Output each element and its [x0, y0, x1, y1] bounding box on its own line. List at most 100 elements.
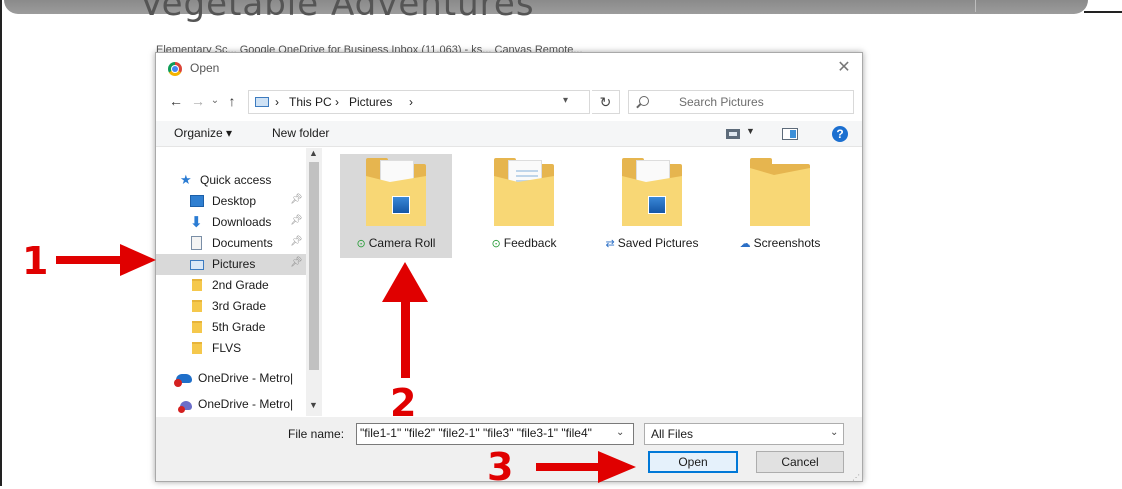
error-badge-icon [174, 379, 182, 387]
open-dialog: Open ✕ ← → ⌄ ↑ › This PC › Pictures › ▾ … [155, 52, 863, 482]
organize-button[interactable]: Organize ▾ [174, 126, 232, 140]
cancel-button[interactable]: Cancel [756, 451, 844, 473]
breadcrumb-separator[interactable]: › [275, 95, 279, 109]
folder-label: ⇄ Saved Pictures [596, 236, 708, 250]
address-bar[interactable]: › This PC › Pictures › ▾ [248, 90, 590, 114]
pin-icon[interactable]: 📌︎ [290, 194, 303, 205]
banner-divider [975, 0, 976, 12]
sidebar-item-label: OneDrive - Metro| [198, 371, 294, 385]
file-name-label: File name: [288, 427, 345, 441]
breadcrumb-pictures[interactable]: Pictures [349, 95, 392, 109]
sidebar-item-pictures[interactable]: Pictures 📌︎ [156, 254, 306, 275]
sidebar-item-label: 2nd Grade [212, 278, 269, 292]
open-button[interactable]: Open [648, 451, 738, 473]
cloud-status-icon: ☁ [739, 238, 751, 250]
annotation-number-1: 1 [22, 239, 49, 283]
folder-icon [494, 158, 554, 226]
folder-name: Screenshots [753, 236, 821, 250]
folder-icon [192, 279, 202, 291]
breadcrumb-separator[interactable]: › [335, 95, 339, 109]
new-folder-button[interactable]: New folder [272, 126, 329, 140]
back-arrow-icon[interactable]: ← [166, 91, 186, 111]
chevron-down-icon[interactable]: ▼ [309, 400, 318, 410]
scrollbar-thumb[interactable] [309, 162, 319, 370]
sidebar-item-3rd-grade[interactable]: 3rd Grade [156, 296, 306, 317]
desktop-icon [190, 195, 204, 207]
annotation-arrow-right-icon [56, 244, 156, 276]
sidebar-item-2nd-grade[interactable]: 2nd Grade [156, 275, 306, 296]
sidebar-item-label: Desktop [212, 194, 257, 208]
annotation-number-2: 2 [390, 381, 417, 425]
preview-pane-icon[interactable] [782, 128, 798, 140]
sidebar-item-onedrive[interactable]: OneDrive - Metro| [156, 394, 306, 415]
chevron-up-icon[interactable]: ▲ [309, 148, 318, 158]
search-input[interactable]: Search Pictures [628, 90, 854, 114]
file-name-input[interactable]: "file1-1" "file2" "file2-1" "file3" "fil… [356, 423, 634, 445]
download-icon: ⬇ [190, 214, 203, 231]
folder-screenshots[interactable]: ☁ Screenshots [724, 154, 836, 258]
file-type-select[interactable]: All Files [644, 423, 844, 445]
sidebar-item-onedrive[interactable]: OneDrive - Metro| [156, 368, 306, 389]
search-placeholder: Search Pictures [679, 95, 764, 109]
help-icon[interactable]: ? [832, 126, 848, 142]
folder-name: Camera Roll [368, 236, 436, 250]
sidebar-item-label: OneDrive - Metro| [198, 397, 294, 411]
up-arrow-icon[interactable]: ↑ [222, 91, 242, 111]
folder-icon [366, 158, 426, 226]
annotation-arrow-up-icon [382, 262, 428, 378]
navigation-pane: ★ Quick access Desktop 📌︎ ⬇ Downloads 📌︎… [156, 148, 322, 416]
sidebar-item-label: Quick access [200, 173, 272, 187]
chevron-down-icon[interactable]: ▾ [563, 95, 568, 106]
nav-scrollbar[interactable]: ▲ ▼ [306, 148, 322, 416]
folder-name: Saved Pictures [617, 236, 699, 250]
page-border [1084, 11, 1122, 13]
folder-icon [192, 342, 202, 354]
annotation-arrow-right-icon [536, 451, 636, 483]
chrome-icon [168, 62, 182, 76]
sidebar-item-5th-grade[interactable]: 5th Grade [156, 317, 306, 338]
folder-name: Feedback [503, 236, 557, 250]
sidebar-item-label: Pictures [212, 257, 256, 271]
folder-icon [192, 321, 202, 333]
pin-icon[interactable]: 📌︎ [290, 257, 303, 268]
folder-label: ⊙ Feedback [468, 236, 580, 250]
folder-label: ⊙ Camera Roll [340, 236, 452, 250]
error-badge-icon [178, 406, 185, 413]
folder-feedback[interactable]: ⊙ Feedback [468, 154, 580, 258]
search-icon [639, 96, 649, 106]
folder-saved-pictures[interactable]: ⇄ Saved Pictures [596, 154, 708, 258]
sidebar-item-label: 3rd Grade [212, 299, 267, 313]
documents-icon [191, 236, 202, 250]
view-options-icon[interactable] [726, 129, 740, 139]
forward-arrow-icon[interactable]: → [188, 91, 208, 111]
refresh-icon[interactable]: ↻ [592, 90, 620, 114]
site-title: Vegetable Adventures [140, 0, 535, 24]
chevron-down-icon[interactable]: ⌄ [830, 427, 838, 438]
sidebar-item-quick-access[interactable]: ★ Quick access [156, 170, 306, 191]
pin-icon[interactable]: 📌︎ [290, 215, 303, 226]
sidebar-item-documents[interactable]: Documents 📌︎ [156, 233, 306, 254]
dialog-title: Open [190, 61, 220, 75]
resize-grip-icon[interactable]: ⋰ [852, 473, 860, 482]
breadcrumb-separator[interactable]: › [409, 95, 413, 109]
sidebar-item-flvs[interactable]: FLVS [156, 338, 306, 359]
title-bar[interactable]: Open ✕ [156, 53, 862, 85]
sidebar-item-desktop[interactable]: Desktop 📌︎ [156, 191, 306, 212]
synced-status-icon: ⊙ [491, 238, 501, 250]
annotation-number-3: 3 [487, 445, 514, 489]
chevron-down-icon[interactable]: ⌄ [616, 427, 624, 438]
sync-status-icon: ⇄ [605, 238, 615, 250]
sidebar-item-label: 5th Grade [212, 320, 266, 334]
breadcrumb-this-pc[interactable]: This PC [289, 95, 332, 109]
command-bar: Organize ▾ New folder ▼ ? [156, 121, 862, 147]
chevron-down-icon[interactable]: ▼ [746, 126, 755, 136]
folder-camera-roll[interactable]: ⊙ Camera Roll [340, 154, 452, 258]
close-button[interactable]: ✕ [832, 57, 856, 79]
pin-icon[interactable]: 📌︎ [290, 236, 303, 247]
chevron-down-icon[interactable]: ⌄ [208, 91, 222, 111]
sidebar-item-downloads[interactable]: ⬇ Downloads 📌︎ [156, 212, 306, 233]
sidebar-item-label: Documents [212, 236, 273, 250]
synced-status-icon: ⊙ [356, 238, 366, 250]
pictures-icon [190, 260, 204, 270]
folder-icon [622, 158, 682, 226]
